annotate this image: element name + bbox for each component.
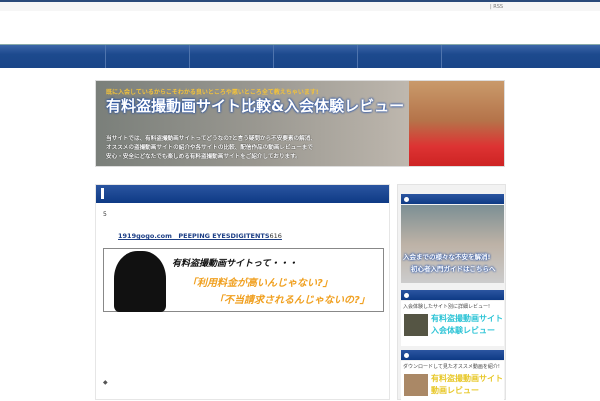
content-title-bar <box>96 185 389 203</box>
promo-line: 有料盗撮動画サイトって・・・ <box>172 259 298 269</box>
nav-item[interactable] <box>106 45 190 68</box>
review-widget: 入会体験したサイト別に詳細レビュー! 有料盗撮動画サイト 入会体験レビュー <box>401 301 504 346</box>
site-review-banner[interactable]: 有料盗撮動画サイト 入会体験レビュー <box>401 312 504 340</box>
nav-item[interactable] <box>0 45 106 68</box>
site-link-tail: 616 <box>269 232 282 240</box>
promo-line: 「利用料金が高いんじゃない?」 <box>187 278 333 289</box>
widget-header <box>401 194 504 204</box>
banner-text: 入会までの様々な不安を解消! <box>403 253 491 261</box>
site-link-text[interactable]: 1919gogo.com PEEPING EYESDIGITENTS <box>118 232 270 240</box>
circle-icon <box>404 292 409 298</box>
video-review-widget: ダウンロードして見たオススメ動画を紹介! 有料盗撮動画サイト 動画レビュー <box>401 361 504 401</box>
post-number: 5 <box>103 211 107 218</box>
rss-link[interactable]: | RSS <box>490 4 503 10</box>
thumbnail <box>404 314 428 336</box>
desc-line: 安心・安全にどなたでも楽しめる有料盗撮動画サイトをご紹介しております。 <box>106 154 301 160</box>
widget-text: ダウンロードして見たオススメ動画を紹介! <box>403 364 500 370</box>
banner-text: 有料盗撮動画サイト <box>431 374 503 383</box>
desc-line: 当サイトでは、有料盗撮動画サイトってどうなの?と言う疑問から不安要素の解消、 <box>106 136 316 142</box>
banner-description: 当サイトでは、有料盗撮動画サイトってどうなの?と言う疑問から不安要素の解消、 オ… <box>106 135 316 162</box>
banner-text: 動画レビュー <box>431 386 479 395</box>
video-review-banner[interactable]: 有料盗撮動画サイト 動画レビュー <box>401 372 504 400</box>
promo-banner[interactable]: 有料盗撮動画サイトって・・・ 「利用料金が高いんじゃない?」 「不当請求されるん… <box>103 248 384 312</box>
banner-title: 有料盗撮動画サイト比較&入会体験レビュー <box>106 97 405 115</box>
circle-icon <box>404 352 409 358</box>
widget-text: 入会体験したサイト別に詳細レビュー! <box>403 304 491 310</box>
beginner-guide-banner[interactable]: 入会までの様々な不安を解消! 初心者入門ガイドはこちらへ <box>401 205 504 283</box>
site-link[interactable]: 1919gogo.com PEEPING EYESDIGITENTS616 <box>118 230 282 240</box>
header-banner[interactable]: 既に入会しているからこそわかる良いところや悪いところ全て教えちゃいます! 有料盗… <box>95 80 505 167</box>
widget-header <box>401 290 504 300</box>
thumbnail <box>404 374 428 396</box>
nav-item[interactable] <box>274 45 358 68</box>
nav-item[interactable] <box>190 45 274 68</box>
widget-header <box>401 350 504 360</box>
banner-text: 入会体験レビュー <box>431 326 495 335</box>
banner-text: 有料盗撮動画サイト <box>431 314 503 323</box>
title-marker <box>101 188 104 199</box>
top-strip: | RSS <box>0 2 600 11</box>
nav-bar <box>0 44 600 68</box>
sidebar: 入会までの様々な不安を解消! 初心者入門ガイドはこちらへ 入会体験したサイト別に… <box>397 184 506 401</box>
bullet-icon: ◆ <box>103 379 108 386</box>
main-content: 5 1919gogo.com PEEPING EYESDIGITENTS616 … <box>95 184 390 400</box>
banner-text: 初心者入門ガイドはこちらへ <box>411 265 496 273</box>
banner-photo <box>409 81 504 166</box>
nav-item[interactable] <box>358 45 442 68</box>
silhouette-image <box>114 251 166 312</box>
circle-icon <box>404 196 409 202</box>
promo-line: 「不当請求されるんじゃないの?」 <box>214 295 370 306</box>
desc-line: オススメの盗撮動画サイトの紹介や各サイトの比較、配信作品の動画レビューまで <box>106 145 313 151</box>
